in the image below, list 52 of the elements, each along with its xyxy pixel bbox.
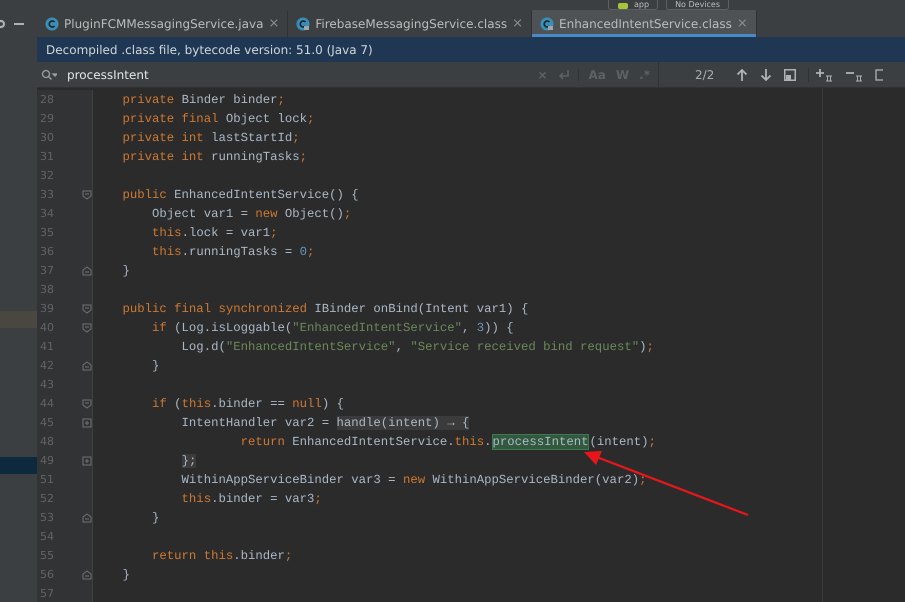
clear-search-button[interactable]: × <box>537 68 548 82</box>
search-icon[interactable] <box>41 68 57 80</box>
code-line: if (Log.isLoggable("EnhancedIntentService", 3)) { <box>151 320 514 334</box>
fold-marker-icon[interactable] <box>82 570 92 580</box>
device-dropdown[interactable]: No Devices <box>666 0 730 10</box>
code-line: private Binder binder; <box>122 92 285 106</box>
android-icon[interactable] <box>617 0 629 8</box>
fold-marker-icon[interactable] <box>82 360 92 370</box>
close-tab-button[interactable]: × <box>736 16 748 31</box>
code-line: private final Object lock; <box>122 112 314 126</box>
search-option-toggle[interactable]: .* <box>639 68 650 82</box>
fold-marker-icon[interactable] <box>82 190 92 200</box>
fold-marker-icon[interactable] <box>82 512 92 522</box>
expand-fold-icon[interactable] <box>82 456 92 466</box>
code-line: } <box>151 510 160 524</box>
code-line: } <box>122 568 130 582</box>
window-icon[interactable] <box>784 68 796 80</box>
code-line: } <box>122 264 130 278</box>
code-line: return EnhancedIntentService.this.processIntent(intent); <box>240 434 656 448</box>
match-count: 2/2 <box>695 68 714 82</box>
code-line: } <box>151 358 160 372</box>
fold-marker-icon[interactable] <box>82 398 92 408</box>
code-line: private int runningTasks; <box>122 150 308 164</box>
close-tab-button[interactable]: × <box>512 16 524 31</box>
list-row-highlight <box>0 457 37 474</box>
list-row-highlight <box>0 311 37 328</box>
select-all-icon[interactable] <box>875 68 884 80</box>
close-tab-button[interactable]: × <box>268 16 280 31</box>
code-line: this.lock = var1; <box>151 226 278 240</box>
code-line: public EnhancedIntentService() { <box>122 188 359 202</box>
code-line: if (this.binder == null) { <box>151 396 344 410</box>
run-configuration-dropdown[interactable]: app <box>608 0 658 10</box>
add-occurrence-icon[interactable] <box>808 68 834 82</box>
code-line: return this.binder; <box>151 548 292 562</box>
code-line: Log.d("EnhancedIntentService", "Service received bind request"); <box>180 340 654 354</box>
code-line: Object var1 = new Object(); <box>151 206 352 220</box>
code-line: this.binder = var3; <box>180 492 322 506</box>
code-line: IntentHandler var2 = handle(intent) → { <box>180 416 470 430</box>
fold-marker-icon[interactable] <box>82 266 92 276</box>
decompiled-notice: Decompiled .class file, bytecode version: 51.0 (Java 7) <box>37 37 905 62</box>
fold-marker-icon[interactable] <box>82 322 92 332</box>
arrow-down-icon[interactable] <box>760 68 772 82</box>
code-line: this.runningTasks = 0; <box>151 244 314 258</box>
expand-fold-icon[interactable] <box>82 418 92 428</box>
file-tab[interactable]: EnhancedIntentService.class × <box>532 10 757 37</box>
code-line: private int lastStartId; <box>122 130 300 144</box>
code-line: public final synchronized IBinder onBind(Intent var1) { <box>122 302 528 316</box>
class-icon <box>45 16 59 30</box>
code-line: WithinAppServiceBinder var3 = new WithinAppServiceBinder(var2); <box>180 472 646 486</box>
fold-marker-icon[interactable] <box>82 304 92 314</box>
return-icon[interactable] <box>558 68 579 80</box>
arrow-up-icon[interactable] <box>736 68 748 82</box>
